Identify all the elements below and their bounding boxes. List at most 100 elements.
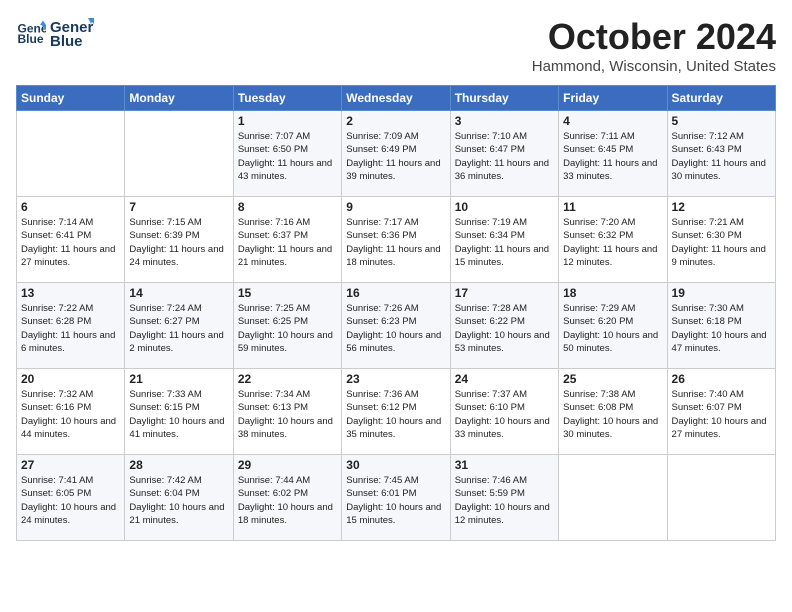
day-cell-0-1 [125, 111, 233, 197]
day-number: 11 [563, 200, 662, 214]
header-friday: Friday [559, 86, 667, 111]
calendar-header-row: Sunday Monday Tuesday Wednesday Thursday… [17, 86, 776, 111]
logo-icon: General Blue [16, 19, 46, 49]
day-number: 24 [455, 372, 554, 386]
day-number: 1 [238, 114, 337, 128]
day-number: 7 [129, 200, 228, 214]
day-cell-1-0: 6 Sunrise: 7:14 AM Sunset: 6:41 PM Daylig… [17, 197, 125, 283]
day-info: Sunrise: 7:22 AM Sunset: 6:28 PM Dayligh… [21, 302, 120, 355]
day-cell-4-0: 27Sunrise: 7:41 AM Sunset: 6:05 PM Dayli… [17, 455, 125, 541]
week-row-2: 6 Sunrise: 7:14 AM Sunset: 6:41 PM Daylig… [17, 197, 776, 283]
day-info: Sunrise: 7:36 AM Sunset: 6:12 PM Dayligh… [346, 388, 445, 441]
day-info: Sunrise: 7:24 AM Sunset: 6:27 PM Dayligh… [129, 302, 228, 355]
day-info: Sunrise: 7:37 AM Sunset: 6:10 PM Dayligh… [455, 388, 554, 441]
day-number: 27 [21, 458, 120, 472]
day-info: Sunrise: 7:40 AM Sunset: 6:07 PM Dayligh… [672, 388, 771, 441]
day-cell-3-2: 22 Sunrise: 7:34 AM Sunset: 6:13 PM Dayli… [233, 369, 341, 455]
day-info: Sunrise: 7:42 AM Sunset: 6:04 PM Dayligh… [129, 474, 228, 527]
day-number: 12 [672, 200, 771, 214]
day-number: 31 [455, 458, 554, 472]
week-row-4: 20 Sunrise: 7:32 AM Sunset: 6:16 PM Dayli… [17, 369, 776, 455]
title-area: October 2024 Hammond, Wisconsin, United … [532, 16, 776, 75]
day-number: 13 [21, 286, 120, 300]
day-cell-2-1: 14 Sunrise: 7:24 AM Sunset: 6:27 PM Dayli… [125, 283, 233, 369]
svg-text:Blue: Blue [50, 33, 83, 50]
day-info: Sunrise: 7:19 AM Sunset: 6:34 PM Dayligh… [455, 216, 554, 269]
day-number: 10 [455, 200, 554, 214]
header-monday: Monday [125, 86, 233, 111]
day-number: 5 [672, 114, 771, 128]
day-info: Sunrise: 7:16 AM Sunset: 6:37 PM Dayligh… [238, 216, 337, 269]
day-info: Sunrise: 7:33 AM Sunset: 6:15 PM Dayligh… [129, 388, 228, 441]
day-info: Sunrise: 7:17 AM Sunset: 6:36 PM Dayligh… [346, 216, 445, 269]
header-sunday: Sunday [17, 86, 125, 111]
header-tuesday: Tuesday [233, 86, 341, 111]
day-number: 22 [238, 372, 337, 386]
day-cell-0-2: 1 Sunrise: 7:07 AM Sunset: 6:50 PM Daylig… [233, 111, 341, 197]
day-number: 3 [455, 114, 554, 128]
header-thursday: Thursday [450, 86, 558, 111]
day-cell-2-6: 19Sunrise: 7:30 AM Sunset: 6:18 PM Dayli… [667, 283, 775, 369]
header-wednesday: Wednesday [342, 86, 450, 111]
day-cell-2-5: 18Sunrise: 7:29 AM Sunset: 6:20 PM Dayli… [559, 283, 667, 369]
day-info: Sunrise: 7:12 AM Sunset: 6:43 PM Dayligh… [672, 130, 771, 183]
day-cell-4-6 [667, 455, 775, 541]
day-cell-2-3: 16Sunrise: 7:26 AM Sunset: 6:23 PM Dayli… [342, 283, 450, 369]
day-number: 9 [346, 200, 445, 214]
day-info: Sunrise: 7:11 AM Sunset: 6:45 PM Dayligh… [563, 130, 662, 183]
header-saturday: Saturday [667, 86, 775, 111]
week-row-5: 27Sunrise: 7:41 AM Sunset: 6:05 PM Dayli… [17, 455, 776, 541]
day-cell-3-4: 24 Sunrise: 7:37 AM Sunset: 6:10 PM Dayli… [450, 369, 558, 455]
day-cell-0-5: 4 Sunrise: 7:11 AM Sunset: 6:45 PM Daylig… [559, 111, 667, 197]
header: General Blue General Blue October 2024 H… [16, 16, 776, 75]
day-number: 26 [672, 372, 771, 386]
day-cell-4-3: 30 Sunrise: 7:45 AM Sunset: 6:01 PM Dayli… [342, 455, 450, 541]
day-cell-2-2: 15 Sunrise: 7:25 AM Sunset: 6:25 PM Dayli… [233, 283, 341, 369]
svg-text:Blue: Blue [18, 32, 44, 46]
day-cell-1-1: 7Sunrise: 7:15 AM Sunset: 6:39 PM Daylig… [125, 197, 233, 283]
day-cell-0-3: 2Sunrise: 7:09 AM Sunset: 6:49 PM Daylig… [342, 111, 450, 197]
day-info: Sunrise: 7:07 AM Sunset: 6:50 PM Dayligh… [238, 130, 337, 183]
day-number: 23 [346, 372, 445, 386]
day-info: Sunrise: 7:10 AM Sunset: 6:47 PM Dayligh… [455, 130, 554, 183]
day-cell-4-1: 28 Sunrise: 7:42 AM Sunset: 6:04 PM Dayli… [125, 455, 233, 541]
day-cell-3-3: 23 Sunrise: 7:36 AM Sunset: 6:12 PM Dayli… [342, 369, 450, 455]
day-info: Sunrise: 7:46 AM Sunset: 5:59 PM Dayligh… [455, 474, 554, 527]
day-info: Sunrise: 7:30 AM Sunset: 6:18 PM Dayligh… [672, 302, 771, 355]
day-cell-0-0 [17, 111, 125, 197]
day-info: Sunrise: 7:21 AM Sunset: 6:30 PM Dayligh… [672, 216, 771, 269]
day-number: 25 [563, 372, 662, 386]
day-number: 18 [563, 286, 662, 300]
day-info: Sunrise: 7:34 AM Sunset: 6:13 PM Dayligh… [238, 388, 337, 441]
day-cell-3-1: 21 Sunrise: 7:33 AM Sunset: 6:15 PM Dayli… [125, 369, 233, 455]
day-number: 4 [563, 114, 662, 128]
logo: General Blue General Blue [16, 16, 94, 52]
day-info: Sunrise: 7:45 AM Sunset: 6:01 PM Dayligh… [346, 474, 445, 527]
day-info: Sunrise: 7:28 AM Sunset: 6:22 PM Dayligh… [455, 302, 554, 355]
day-number: 14 [129, 286, 228, 300]
day-number: 20 [21, 372, 120, 386]
day-info: Sunrise: 7:44 AM Sunset: 6:02 PM Dayligh… [238, 474, 337, 527]
day-cell-1-6: 12 Sunrise: 7:21 AM Sunset: 6:30 PM Dayli… [667, 197, 775, 283]
day-info: Sunrise: 7:32 AM Sunset: 6:16 PM Dayligh… [21, 388, 120, 441]
day-number: 16 [346, 286, 445, 300]
day-info: Sunrise: 7:25 AM Sunset: 6:25 PM Dayligh… [238, 302, 337, 355]
day-number: 8 [238, 200, 337, 214]
week-row-3: 13 Sunrise: 7:22 AM Sunset: 6:28 PM Dayli… [17, 283, 776, 369]
day-cell-4-2: 29 Sunrise: 7:44 AM Sunset: 6:02 PM Dayli… [233, 455, 341, 541]
month-title: October 2024 [532, 16, 776, 58]
day-info: Sunrise: 7:14 AM Sunset: 6:41 PM Dayligh… [21, 216, 120, 269]
calendar-table: Sunday Monday Tuesday Wednesday Thursday… [16, 85, 776, 541]
day-cell-4-5 [559, 455, 667, 541]
week-row-1: 1 Sunrise: 7:07 AM Sunset: 6:50 PM Daylig… [17, 111, 776, 197]
day-cell-0-6: 5 Sunrise: 7:12 AM Sunset: 6:43 PM Daylig… [667, 111, 775, 197]
day-number: 30 [346, 458, 445, 472]
day-cell-0-4: 3 Sunrise: 7:10 AM Sunset: 6:47 PM Daylig… [450, 111, 558, 197]
day-info: Sunrise: 7:09 AM Sunset: 6:49 PM Dayligh… [346, 130, 445, 183]
day-number: 28 [129, 458, 228, 472]
day-number: 6 [21, 200, 120, 214]
day-number: 15 [238, 286, 337, 300]
day-number: 29 [238, 458, 337, 472]
day-cell-1-2: 8 Sunrise: 7:16 AM Sunset: 6:37 PM Daylig… [233, 197, 341, 283]
day-number: 21 [129, 372, 228, 386]
